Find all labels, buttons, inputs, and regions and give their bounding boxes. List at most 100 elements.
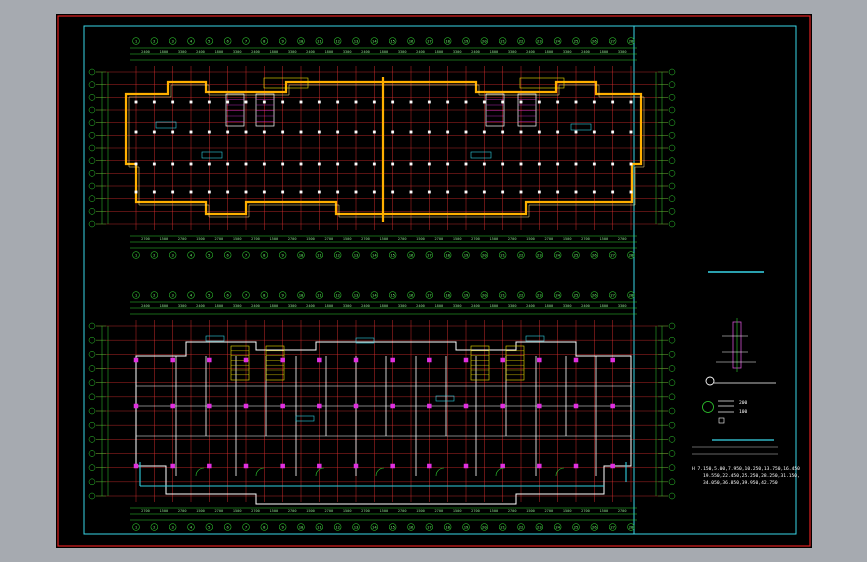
axis-label: 26: [592, 524, 597, 529]
axis-label: 7: [245, 524, 247, 529]
axis-label: 13: [354, 524, 359, 529]
axis-label: 21: [500, 252, 505, 257]
dimension-text: 1500: [453, 237, 462, 241]
column: [611, 130, 615, 134]
door-swing: [195, 467, 205, 477]
cad-viewport[interactable]: 2400 2700 1800 1500 3300 2700 2400 1500 1800 2700…: [0, 0, 867, 562]
axis-bubble: [668, 351, 676, 358]
column: [317, 190, 321, 194]
axis-label: 24: [555, 38, 560, 43]
axis-label: 16: [409, 292, 414, 297]
dimension-text: 1800: [325, 304, 334, 308]
dimension-text: 1800: [600, 50, 609, 54]
column: [501, 190, 505, 194]
axis-bubble: [668, 407, 676, 415]
axis-bubble: [88, 220, 96, 228]
axis-label: 26: [592, 292, 597, 297]
dimension-text: 1500: [490, 237, 499, 241]
column: [280, 403, 285, 409]
dimension-text: 1500: [563, 509, 572, 513]
axis-label: 26: [592, 38, 597, 43]
dimension-text: 1800: [600, 304, 609, 308]
axis-label: 18: [445, 252, 450, 257]
column: [354, 190, 358, 194]
axis-bubble: [88, 464, 96, 471]
axis-label: 7: [245, 252, 247, 257]
axis-label: 10: [299, 38, 304, 43]
axis-label: 11: [317, 292, 322, 297]
column: [280, 463, 285, 469]
dimension-text: 1800: [325, 50, 334, 54]
legend-symbol-circle: [705, 376, 715, 386]
axis-bubble: [88, 157, 96, 164]
axis-label: 13: [354, 38, 359, 43]
axis-bubble: [668, 68, 676, 76]
column: [574, 100, 578, 104]
axis-bubble: [88, 94, 96, 101]
axis-bubble: [668, 220, 676, 228]
dimension-text: 2700: [508, 509, 517, 513]
axis-label: 17: [427, 292, 432, 297]
axis-label: 25: [574, 38, 579, 43]
dimension-text: 1500: [416, 509, 425, 513]
column: [390, 357, 395, 363]
axis-label: 28: [629, 524, 634, 529]
axis-label: 3: [172, 292, 174, 297]
column: [189, 190, 193, 194]
dimension-text: 2700: [508, 237, 517, 241]
column: [610, 357, 615, 363]
dimension-text: 1800: [270, 304, 279, 308]
axis-label: 14: [372, 38, 377, 43]
dimension-text: 3300: [398, 50, 407, 54]
axis-label: 27: [610, 524, 615, 529]
column: [537, 162, 541, 166]
axis-label: 14: [372, 524, 377, 529]
axis-label: 17: [427, 38, 432, 43]
axis-bubble: [668, 393, 676, 401]
axis-label: 15: [390, 252, 395, 257]
dimension-text: 1500: [233, 509, 242, 513]
axis-label: 20: [482, 38, 487, 43]
dimension-text: 2700: [581, 509, 590, 513]
axis-label: 22: [519, 292, 524, 297]
column: [262, 100, 266, 104]
column: [409, 190, 413, 194]
dimension-text: 1500: [196, 237, 205, 241]
axis-label: 1: [135, 524, 138, 529]
column: [353, 357, 359, 363]
axis-label: 11: [317, 524, 322, 529]
column: [372, 162, 376, 166]
column: [280, 357, 285, 363]
dimension-text: 1500: [600, 237, 609, 241]
axis-bubble: [88, 81, 96, 88]
axis-label: 13: [354, 252, 359, 257]
column: [409, 130, 413, 134]
column: [207, 403, 212, 409]
dimension-text: 1500: [380, 237, 389, 241]
room-tag: [155, 121, 177, 129]
dimension-text: 3300: [178, 304, 187, 308]
dimension-text: 2400: [471, 50, 480, 54]
axis-bubble: [88, 119, 96, 126]
axis-label: 18: [445, 38, 450, 43]
cad-drawing[interactable]: 2400 2700 1800 1500 3300 2700 2400 1500 1800 2700…: [56, 14, 812, 548]
room-tag: [470, 151, 492, 159]
column: [446, 100, 450, 104]
column: [427, 463, 432, 469]
axis-label: 9: [282, 524, 285, 529]
axis-label: 16: [409, 38, 414, 43]
dimension-text: 3300: [233, 304, 242, 308]
column: [500, 357, 505, 363]
axis-label: 4: [190, 292, 193, 297]
axis-label: 19: [464, 524, 469, 529]
dimension-text: 1800: [435, 50, 444, 54]
axis-label: 9: [282, 252, 285, 257]
column: [610, 463, 615, 469]
axis-label: 28: [629, 252, 634, 257]
dimension-text: 2700: [251, 509, 260, 513]
axis-label: 8: [263, 292, 266, 297]
dimension-text: 2400: [581, 50, 590, 54]
axis-label: 23: [537, 38, 542, 43]
dimension-text: 2700: [141, 237, 150, 241]
axis-bubble: [88, 436, 96, 443]
